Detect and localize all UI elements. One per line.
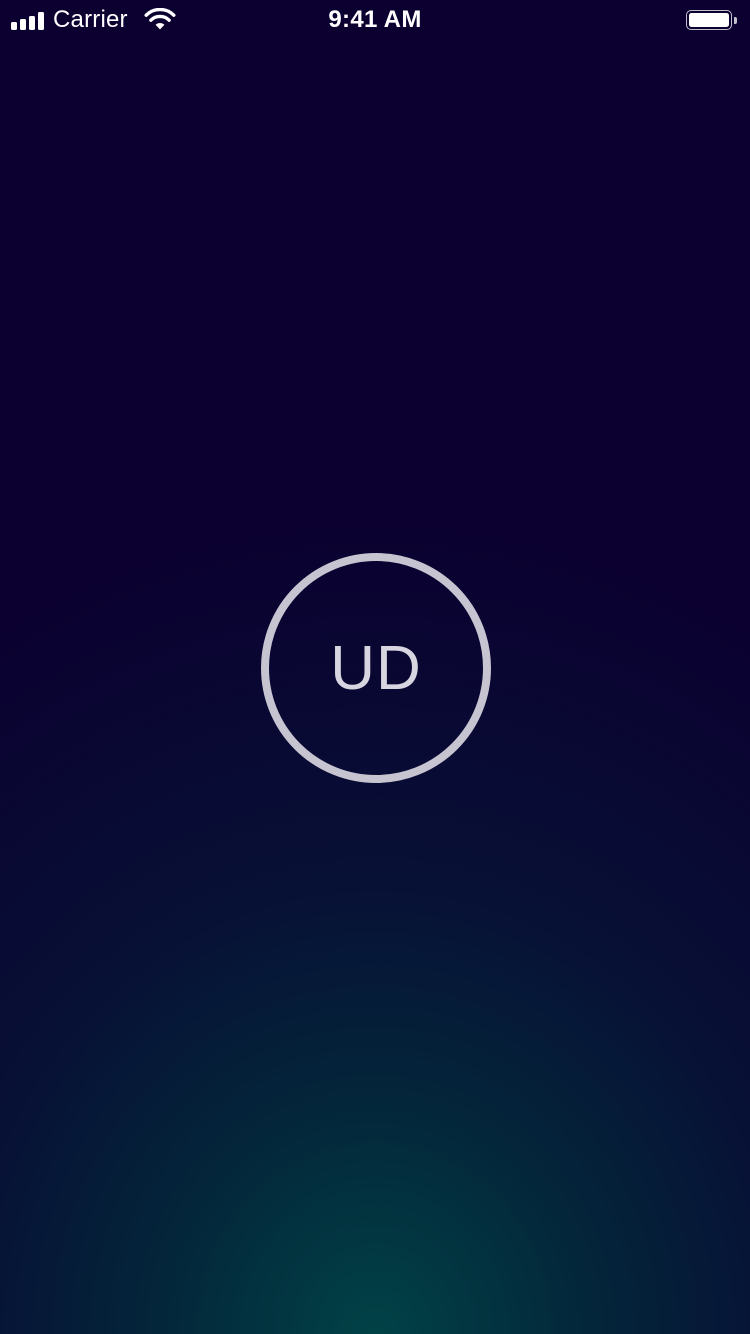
status-bar: Carrier 9:41 AM xyxy=(0,0,750,40)
user-avatar[interactable]: UD xyxy=(261,553,491,783)
status-time: 9:41 AM xyxy=(328,6,422,33)
battery-level-fill xyxy=(689,13,729,27)
launch-screen: Carrier 9:41 AM UD xyxy=(0,0,750,1334)
battery-icon xyxy=(686,10,740,32)
avatar-initials: UD xyxy=(330,634,422,703)
